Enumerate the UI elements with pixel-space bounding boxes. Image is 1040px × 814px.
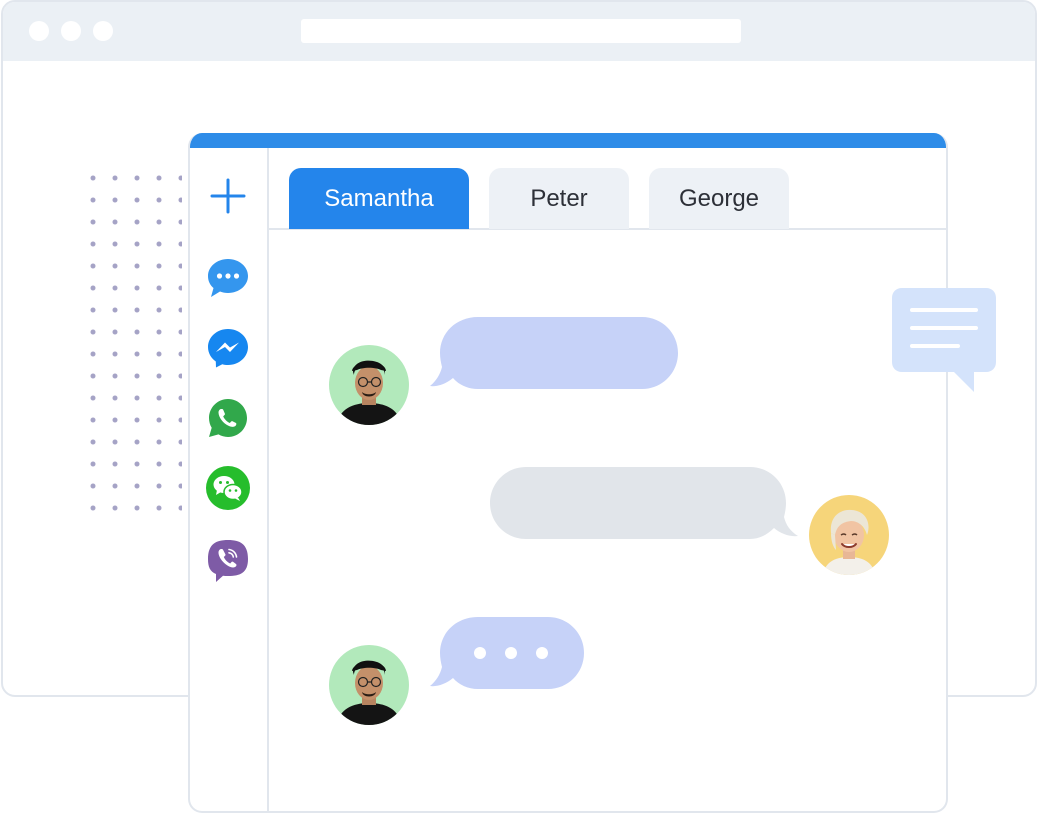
typing-dot (536, 647, 548, 659)
channel-sidebar (190, 148, 269, 811)
plus-icon (210, 178, 246, 214)
viber-icon (208, 540, 248, 582)
incoming-message-bubble (430, 317, 678, 389)
tab-samantha[interactable]: Samantha (289, 168, 469, 229)
message-note-icon (892, 288, 996, 392)
tab-george[interactable]: George (649, 168, 789, 229)
viber-app-button[interactable] (206, 540, 250, 584)
chat-bubble-icon (208, 259, 248, 297)
typing-dot (474, 647, 486, 659)
address-bar[interactable] (301, 19, 741, 43)
window-minimize-button[interactable] (61, 21, 81, 41)
contact-avatar-typing (329, 645, 409, 725)
messenger-icon (208, 329, 248, 368)
chat-app-button[interactable] (206, 256, 250, 300)
contact-avatar (329, 345, 409, 425)
messenger-app-button[interactable] (206, 326, 250, 370)
window-maximize-button[interactable] (93, 21, 113, 41)
tab-peter[interactable]: Peter (489, 168, 629, 229)
man-avatar-image (329, 645, 409, 725)
browser-titlebar (3, 2, 1035, 61)
typing-indicator-bubble (430, 617, 584, 689)
whatsapp-app-button[interactable] (206, 396, 250, 440)
window-close-button[interactable] (29, 21, 49, 41)
decorative-dot-grid (82, 167, 182, 511)
add-channel-button[interactable] (206, 174, 250, 218)
woman-avatar-image (809, 495, 889, 575)
whatsapp-icon (209, 399, 247, 437)
typing-dot (505, 647, 517, 659)
user-avatar (809, 495, 889, 575)
panel-accent-bar (190, 133, 946, 148)
wechat-app-button[interactable] (206, 466, 250, 510)
wechat-icon (206, 466, 250, 510)
outgoing-message-bubble (490, 467, 798, 539)
conversation-tabs: Samantha Peter George (269, 148, 946, 230)
messenger-panel: Samantha Peter George (188, 133, 948, 813)
man-avatar-image (329, 345, 409, 425)
